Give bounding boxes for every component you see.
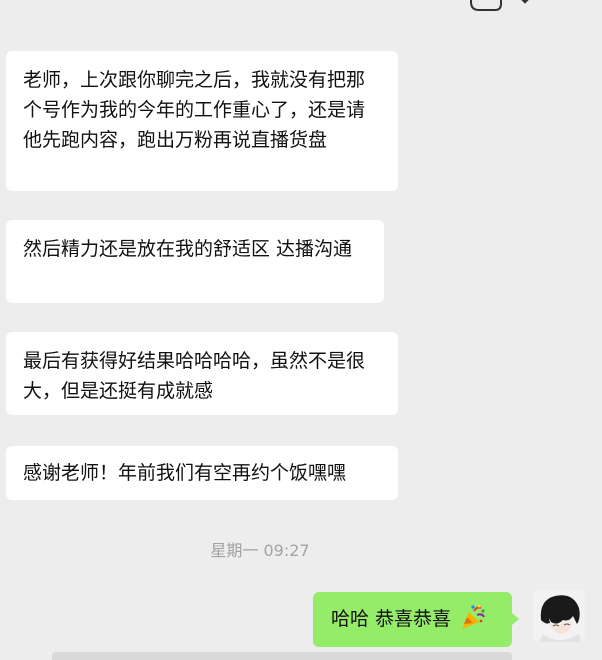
message-text: 最后有获得好结果哈哈哈哈，虽然不是很大，但是还挺有成就感 — [23, 350, 366, 402]
message-text: 感谢老师！年前我们有空再约个饭嘿嘿 — [23, 462, 347, 484]
message-text: 哈哈 恭喜恭喜 — [331, 608, 452, 630]
chevron-down-icon[interactable] — [515, 0, 535, 10]
more-icon[interactable] — [554, 0, 588, 6]
input-area-edge — [52, 652, 512, 660]
chat-toolbar — [402, 0, 602, 20]
outgoing-message[interactable]: 哈哈 恭喜恭喜 — [313, 592, 519, 647]
incoming-message-3[interactable]: 最后有获得好结果哈哈哈哈，虽然不是很大，但是还挺有成就感 — [6, 332, 398, 415]
incoming-message-4[interactable]: 感谢老师！年前我们有空再约个饭嘿嘿 — [6, 446, 398, 500]
incoming-message-1[interactable]: 老师，上次跟你聊完之后，我就没有把那个号作为我的今年的工作重心了，还是请他先跑内… — [6, 51, 398, 191]
message-timestamp: 星期一 09:27 — [210, 541, 310, 560]
message-text: 老师，上次跟你聊完之后，我就没有把那个号作为我的今年的工作重心了，还是请他先跑内… — [23, 69, 366, 151]
avatar-image — [533, 590, 585, 642]
avatar[interactable] — [533, 590, 585, 642]
incoming-message-2[interactable]: 然后精力还是放在我的舒适区 达播沟通 — [6, 220, 384, 303]
message-text: 然后精力还是放在我的舒适区 达播沟通 — [23, 238, 353, 260]
chat-bubble-icon[interactable] — [469, 0, 503, 14]
party-popper-icon — [462, 604, 485, 629]
bubble-tail — [512, 613, 519, 625]
